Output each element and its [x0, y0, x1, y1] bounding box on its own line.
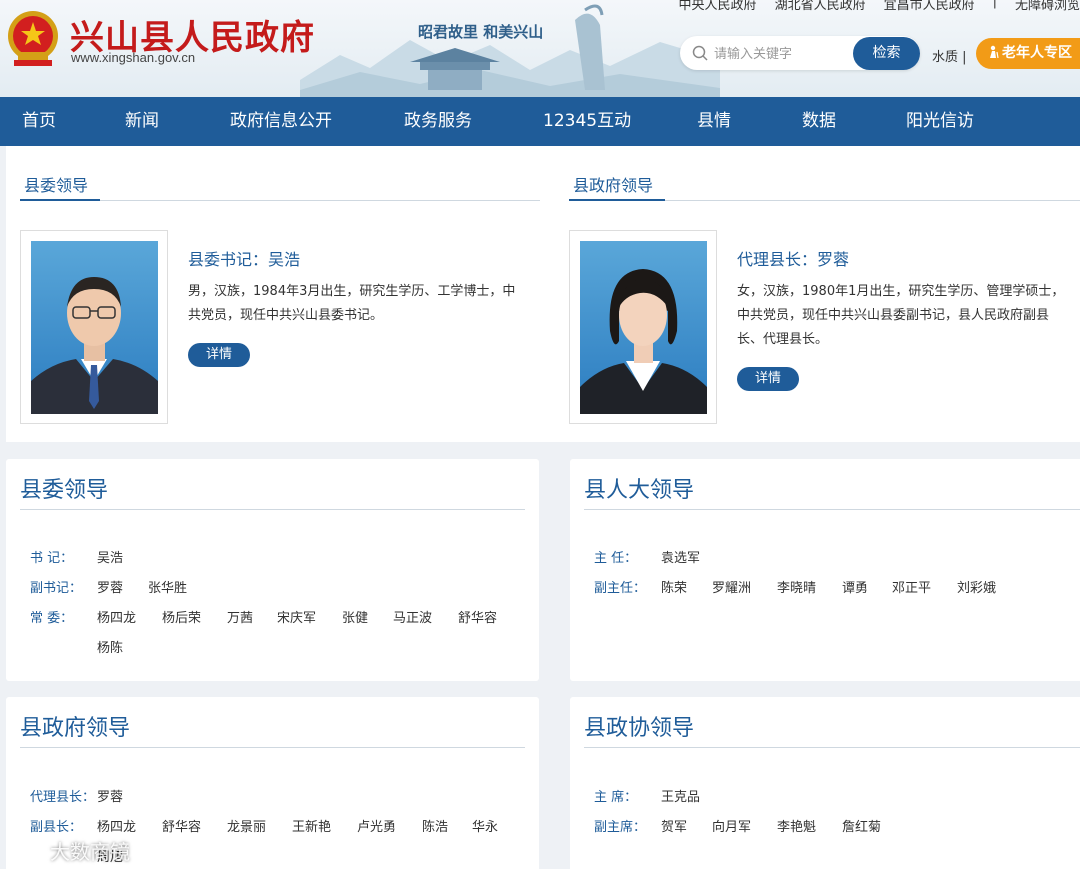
leader-name-link[interactable]: 舒华容 [458, 607, 497, 626]
leader-name-link[interactable]: 李晓晴 [777, 577, 816, 596]
site-header: 兴山县人民政府 www.xingshan.gov.cn 昭君故里 和美兴山 中央… [0, 0, 1080, 97]
leader-name-link[interactable]: 杨四龙 [97, 816, 136, 835]
nav-item-12345[interactable]: 12345互动 [543, 97, 631, 146]
landscape-banner [300, 4, 720, 97]
card-divider [20, 509, 525, 510]
leader-name-link[interactable]: 舒华容 [162, 816, 201, 835]
top-links: 中央人民政府 湖北省人民政府 宜昌市人民政府 | 无障碍浏览 [679, 0, 1080, 13]
card-peoples-congress: 县人大领导 主 任： 袁选军 副主任： 陈荣 罗耀洲 李晓晴 谭勇 邓正平 刘彩… [570, 459, 1080, 681]
card-divider [584, 747, 1080, 748]
leader-name-link[interactable]: 邓正平 [892, 577, 931, 596]
card-divider [584, 509, 1080, 510]
photo-frame [20, 230, 168, 424]
leader-name-link[interactable]: 袁选军 [661, 547, 700, 566]
watermark-text: 大数商镜 [50, 840, 130, 864]
leader-name-link[interactable]: 罗蓉 [97, 786, 123, 805]
nav-item-county-info[interactable]: 县情 [697, 97, 731, 146]
watermark-logo-icon [11, 843, 48, 860]
top-link-central-gov[interactable]: 中央人民政府 [679, 0, 757, 13]
tab-county-government[interactable]: 县政府领导 [573, 172, 653, 196]
water-quality-link[interactable]: 水质 | [932, 46, 967, 65]
national-emblem-icon [8, 11, 58, 66]
leader-bio-acting-mayor: 女，汉族，1980年1月出生，研究生学历、管理学硕士，中共党员，现任中共兴山县委… [737, 284, 1065, 347]
card-title: 县委领导 [20, 478, 109, 503]
card-title: 县人大领导 [584, 478, 695, 503]
leader-name-link[interactable]: 詹红菊 [842, 816, 881, 835]
card-divider [20, 747, 525, 748]
role-label: 代理县长： [30, 790, 96, 805]
search-icon [692, 45, 708, 61]
detail-button-secretary[interactable]: 详情 [188, 343, 250, 367]
leader-name-link[interactable]: 张健 [342, 607, 368, 626]
leader-name-link[interactable]: 陈浩 [422, 816, 448, 835]
featured-leaders-panel: 县委领导 县委书记：吴浩 男，汉族，1984年3月出生，研究生学历、工学博士，中… [6, 146, 1080, 442]
leader-name-link[interactable]: 刘彩娥 [957, 577, 996, 596]
photo-frame [569, 230, 717, 424]
tab-county-committee[interactable]: 县委领导 [24, 172, 88, 196]
leader-name-link[interactable]: 王克品 [661, 786, 700, 805]
leader-name-link[interactable]: 吴浩 [97, 547, 123, 566]
leader-name-link[interactable]: 杨四龙 [97, 607, 136, 626]
leader-name-link[interactable]: 万茜 [227, 607, 253, 626]
tab-active-indicator [569, 199, 665, 201]
leader-name-acting-mayor[interactable]: 代理县长：罗蓉 [737, 246, 849, 270]
role-label: 副书记： [30, 581, 83, 596]
elderly-zone-label: 老年人专区 [1002, 45, 1072, 61]
leader-name-link[interactable]: 李艳魁 [777, 816, 816, 835]
card-title: 县政协领导 [584, 716, 695, 741]
leader-portrait-luorong[interactable] [580, 241, 707, 414]
top-link-divider: | [992, 0, 997, 9]
leader-name-link[interactable]: 贺军 [661, 816, 687, 835]
leader-portrait-wuhao[interactable] [31, 241, 158, 414]
role-label: 主 席： [594, 790, 638, 805]
site-url: www.xingshan.gov.cn [71, 50, 196, 65]
leader-name-link[interactable]: 宋庆军 [277, 607, 316, 626]
leader-name-link[interactable]: 王新艳 [292, 816, 331, 835]
nav-item-petition[interactable]: 阳光信访 [906, 97, 974, 146]
leader-name-link[interactable]: 罗耀洲 [712, 577, 751, 596]
role-label: 主 任： [594, 551, 638, 566]
top-link-hubei-gov[interactable]: 湖北省人民政府 [775, 0, 866, 13]
leader-name-link[interactable]: 杨陈 [97, 637, 123, 656]
card-cppcc: 县政协领导 主 席： 王克品 副主席： 贺军 向月军 李艳魁 詹红菊 [570, 697, 1080, 869]
role-label: 常 委： [30, 611, 74, 626]
leader-name-link[interactable]: 杨后荣 [162, 607, 201, 626]
slogan: 昭君故里 和美兴山 [418, 23, 544, 41]
role-label: 副主席： [594, 820, 647, 835]
leader-name-secretary[interactable]: 县委书记：吴浩 [188, 246, 300, 270]
main-nav: 首页 新闻 政府信息公开 政务服务 12345互动 县情 数据 阳光信访 [0, 97, 1080, 146]
nav-item-gov-info[interactable]: 政府信息公开 [230, 97, 332, 146]
role-label: 副主任： [594, 581, 647, 596]
nav-item-services[interactable]: 政务服务 [404, 97, 472, 146]
leader-name-link[interactable]: 陈荣 [661, 577, 687, 596]
leader-bio-secretary: 男，汉族，1984年3月出生，研究生学历、工学博士，中共党员，现任中共兴山县委书… [188, 284, 516, 323]
leader-name-link[interactable]: 华永 [472, 816, 498, 835]
nav-item-data[interactable]: 数据 [802, 97, 836, 146]
top-link-yichang-gov[interactable]: 宜昌市人民政府 [884, 0, 975, 13]
leader-name-link[interactable]: 谭勇 [842, 577, 868, 596]
card-county-committee: 县委领导 书 记： 吴浩 副书记： 罗蓉 张华胜 常 委： 杨四龙 杨后荣 万茜… [6, 459, 539, 681]
leader-name-link[interactable]: 张华胜 [148, 577, 187, 596]
leader-name-link[interactable]: 向月军 [712, 816, 751, 835]
leader-name-link[interactable]: 龙景丽 [227, 816, 266, 835]
elderly-zone-button[interactable]: 老年人专区 [976, 38, 1080, 69]
search-button[interactable]: 检索 [853, 37, 920, 70]
search-input[interactable] [714, 43, 844, 63]
card-title: 县政府领导 [20, 716, 131, 741]
leader-name-link[interactable]: 马正波 [393, 607, 432, 626]
detail-button-acting-mayor[interactable]: 详情 [737, 367, 799, 391]
role-label: 书 记： [30, 551, 74, 566]
nav-item-news[interactable]: 新闻 [125, 97, 159, 146]
elderly-person-icon [990, 45, 999, 59]
leader-name-link[interactable]: 卢光勇 [357, 816, 396, 835]
leader-name-link[interactable]: 罗蓉 [97, 577, 123, 596]
nav-item-home[interactable]: 首页 [22, 97, 56, 146]
watermark: 大数商镜 [10, 836, 130, 865]
role-label: 副县长： [30, 820, 83, 835]
top-link-accessibility[interactable]: 无障碍浏览 [1015, 0, 1080, 13]
tab-active-indicator [20, 199, 100, 201]
